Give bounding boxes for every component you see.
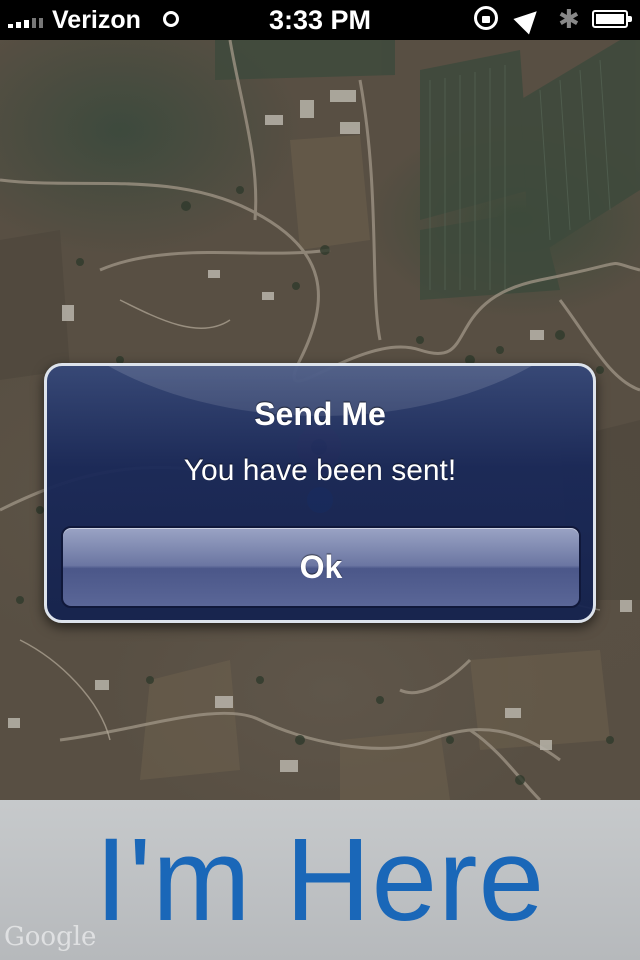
alert-message: You have been sent! <box>183 454 457 487</box>
alert-title: Send Me <box>254 396 386 432</box>
alert-dialog: Send Me You have been sent! Ok <box>44 363 596 623</box>
ok-button[interactable]: Ok <box>61 526 581 608</box>
status-time: 3:33 PM <box>268 5 372 35</box>
status-bar: Verizon 3:33 PM ✱ <box>0 0 640 40</box>
battery-icon <box>592 10 632 28</box>
bottom-bar: I'm Here Google <box>0 800 640 960</box>
rotation-lock-icon <box>474 6 498 30</box>
google-logo: Google <box>4 922 97 952</box>
bluetooth-icon: ✱ <box>558 4 580 34</box>
